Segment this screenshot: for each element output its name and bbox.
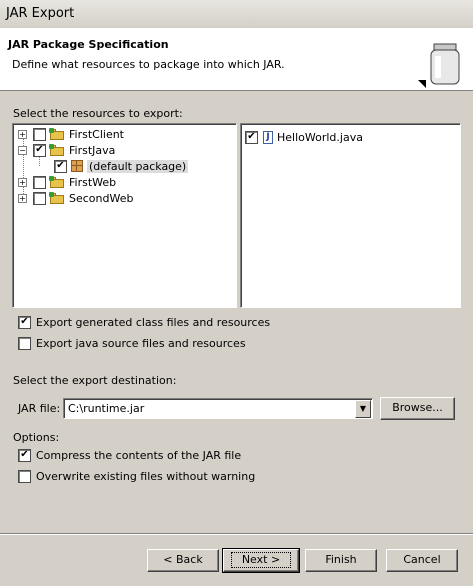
options-label: Options: (13, 431, 60, 444)
back-button[interactable]: < Back (147, 549, 219, 572)
file-checkbox[interactable]: ✔ (245, 130, 258, 144)
export-source-label: Export java source files and resources (36, 336, 246, 350)
jar-file-value[interactable]: C:\runtime.jar (68, 402, 144, 415)
project-folder-icon (49, 192, 65, 204)
tree-item-firstweb[interactable]: + FirstWeb (18, 174, 116, 190)
footer-divider (0, 533, 473, 535)
tree-checkbox[interactable] (33, 191, 46, 205)
export-source-checkbox[interactable] (18, 336, 31, 350)
cancel-button[interactable]: Cancel (386, 549, 458, 572)
wizard-header: JAR Package Specification Define what re… (0, 28, 473, 91)
export-class-option[interactable]: ✔ Export generated class files and resou… (18, 314, 270, 330)
tree-item-label: FirstClient (69, 127, 124, 141)
tree-checkbox[interactable] (33, 127, 46, 141)
java-file-icon: J (263, 130, 273, 144)
tree-item-label: FirstWeb (69, 175, 117, 189)
file-item-helloworld[interactable]: ✔ J HelloWorld.java (245, 129, 363, 145)
resources-label: Select the resources to export: (13, 107, 183, 120)
jar-icon (418, 43, 460, 88)
project-tree[interactable]: + FirstClient − ✔ FirstJava ✔ (default p… (12, 123, 237, 308)
tree-item-firstclient[interactable]: + FirstClient (18, 126, 124, 142)
expand-icon[interactable]: + (18, 177, 27, 187)
export-source-option[interactable]: Export java source files and resources (18, 335, 246, 351)
overwrite-checkbox[interactable] (18, 469, 31, 483)
compress-checkbox[interactable]: ✔ (18, 448, 31, 462)
page-description: Define what resources to package into wh… (12, 58, 285, 71)
tree-item-firstjava[interactable]: − ✔ FirstJava (18, 142, 115, 158)
tree-item-secondweb[interactable]: + SecondWeb (18, 190, 133, 206)
expand-icon[interactable]: + (18, 193, 27, 203)
jar-file-label: JAR file: (18, 402, 61, 415)
export-class-label: Export generated class files and resourc… (36, 315, 271, 329)
finish-button[interactable]: Finish (305, 549, 377, 572)
tree-item-default-package[interactable]: ✔ (default package) (54, 158, 189, 174)
page-title: JAR Package Specification (8, 38, 169, 51)
chevron-down-icon[interactable]: ▼ (355, 400, 371, 418)
overwrite-option[interactable]: Overwrite existing files without warning (18, 468, 255, 484)
destination-label: Select the export destination: (13, 374, 177, 387)
tree-checkbox[interactable]: ✔ (54, 159, 67, 173)
window-title: JAR Export (6, 6, 75, 21)
jar-file-combo[interactable]: C:\runtime.jar ▼ (63, 398, 373, 419)
title-bar: JAR Export (0, 0, 473, 29)
tree-checkbox[interactable]: ✔ (33, 143, 46, 157)
next-button[interactable]: Next > (222, 548, 300, 573)
project-folder-icon (49, 128, 65, 140)
tree-checkbox[interactable] (33, 175, 46, 189)
file-item-label: HelloWorld.java (277, 130, 363, 144)
tree-item-label: FirstJava (69, 143, 116, 157)
compress-option[interactable]: ✔ Compress the contents of the JAR file (18, 447, 241, 463)
collapse-icon[interactable]: − (18, 145, 27, 155)
expand-icon[interactable]: + (18, 129, 27, 139)
compress-label: Compress the contents of the JAR file (36, 448, 242, 462)
overwrite-label: Overwrite existing files without warning (36, 469, 256, 483)
project-folder-icon (49, 144, 65, 156)
browse-button[interactable]: Browse... (380, 397, 455, 420)
next-button-label: Next > (230, 552, 292, 568)
tree-item-label: (default package) (87, 159, 189, 173)
package-icon (71, 160, 83, 172)
project-folder-icon (49, 176, 65, 188)
tree-item-label: SecondWeb (69, 191, 134, 205)
export-class-checkbox[interactable]: ✔ (18, 315, 31, 329)
file-list[interactable]: ✔ J HelloWorld.java (240, 123, 461, 308)
